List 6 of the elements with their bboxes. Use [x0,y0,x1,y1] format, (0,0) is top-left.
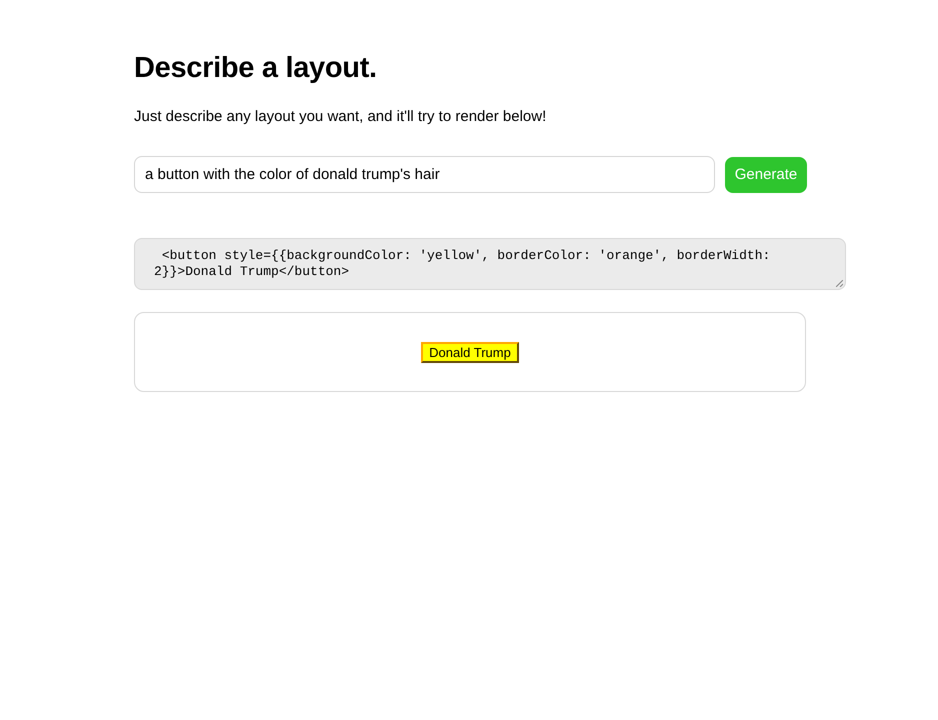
resize-handle-icon[interactable] [836,280,843,287]
page-heading: Describe a layout. [134,51,378,86]
preview-button[interactable]: Donald Trump [421,342,519,362]
code-textarea[interactable]: <button style={{backgroundColor: 'yellow', borderColor: 'orange', borderWidth: 2}}>Donald Trump</button> [134,238,846,290]
intro-text: Just describe any layout you want, and it'll try to render below! [134,108,548,126]
prompt-field[interactable]: a button with the color of donald trump's hair [134,156,715,193]
